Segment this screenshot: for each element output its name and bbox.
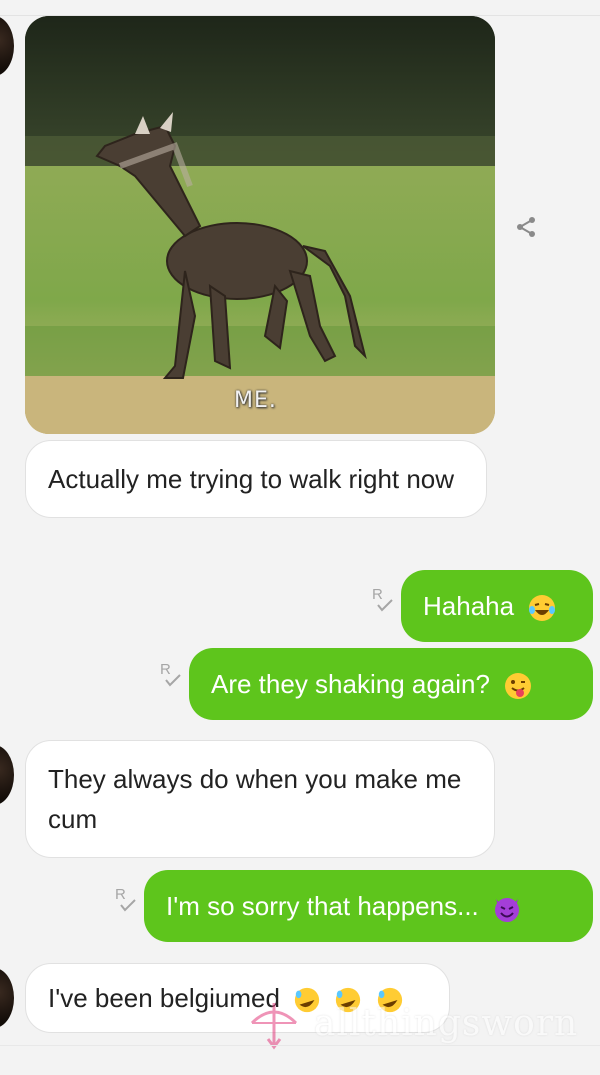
message-text: I'm so sorry that happens... [166, 891, 479, 921]
winking-tongue-emoji [505, 673, 532, 700]
read-receipt-icon: R [160, 661, 181, 687]
receipt-letter: R [160, 661, 171, 678]
share-icon[interactable] [514, 215, 538, 239]
deer-photo [25, 16, 495, 434]
outgoing-message[interactable]: Are they shaking again? [189, 648, 593, 720]
incoming-message[interactable]: Actually me trying to walk right now [25, 440, 487, 518]
image-caption: ME. [234, 388, 277, 413]
contact-avatar[interactable] [0, 968, 14, 1028]
message-text: They always do when you make me cum [48, 764, 462, 834]
bottom-divider [0, 1045, 600, 1046]
watermark: allthingsworn [244, 995, 599, 1055]
receipt-letter: R [372, 586, 383, 603]
contact-avatar[interactable] [0, 745, 14, 805]
outgoing-message[interactable]: I'm so sorry that happens... [144, 870, 593, 942]
receipt-letter: R [115, 886, 126, 903]
outgoing-message[interactable]: Hahaha [401, 570, 593, 642]
smiling-devil-emoji [495, 898, 520, 923]
read-receipt-icon: R [115, 886, 136, 912]
message-text: Actually me trying to walk right now [48, 464, 455, 494]
laughing-tears-emoji [529, 595, 556, 622]
image-message[interactable]: ME. [25, 16, 495, 434]
message-text: Are they shaking again? [211, 669, 490, 699]
message-text: Hahaha [423, 591, 515, 621]
incoming-message[interactable]: They always do when you make me cum [25, 740, 495, 858]
contact-avatar[interactable] [0, 16, 14, 76]
read-receipt-icon: R [372, 586, 393, 612]
watermark-text: allthingsworn [314, 1003, 579, 1044]
bow-and-arrow-logo [250, 1003, 298, 1050]
